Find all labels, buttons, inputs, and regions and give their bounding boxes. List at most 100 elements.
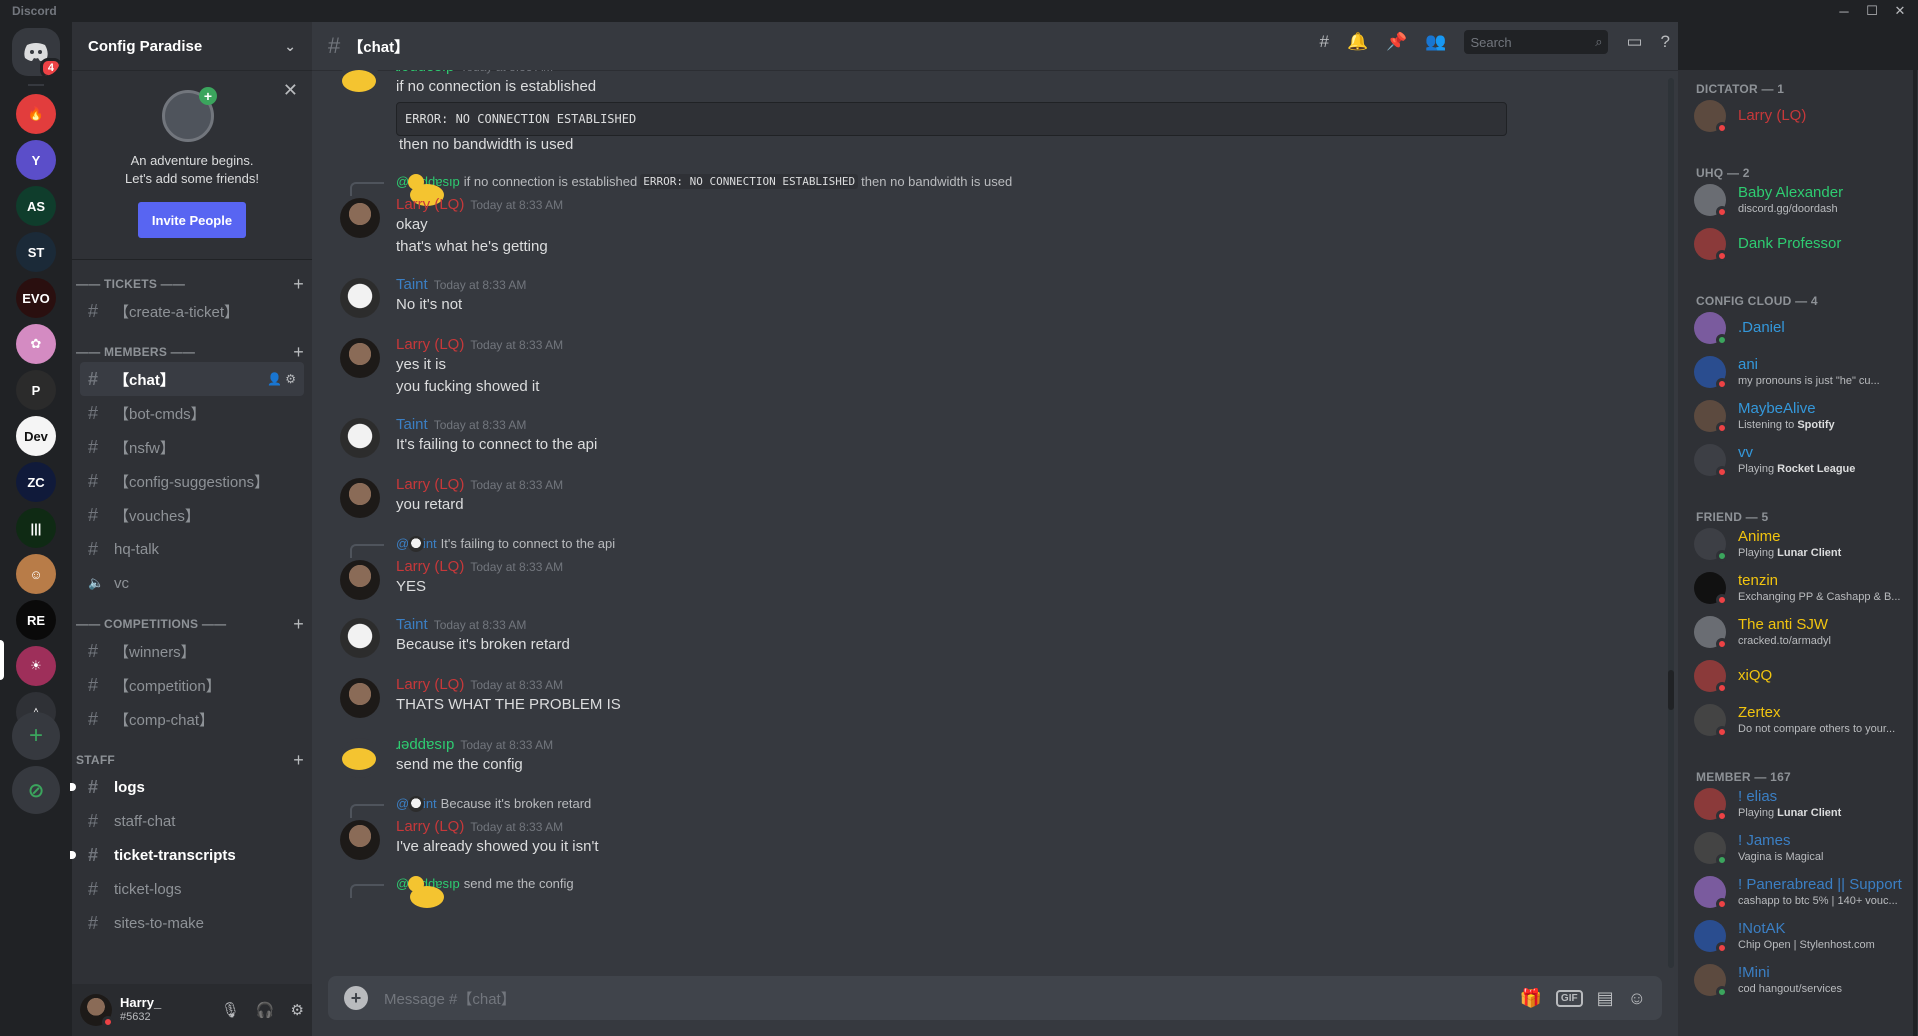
invite-people-button[interactable]: Invite People <box>138 202 246 238</box>
member-item[interactable]: vv Playing Rocket League <box>1694 440 1910 480</box>
inbox-icon[interactable]: ▭ <box>1626 32 1642 52</box>
server-header[interactable]: Config Paradise ⌄ <box>72 22 312 70</box>
server-icon[interactable]: P <box>16 370 56 410</box>
reply-preview[interactable]: @ɹəddɐsıp if no connection is established… <box>350 173 1012 206</box>
message-composer[interactable]: + Message #【chat】 🎁 GIF ▤ ☺ <box>328 976 1662 1020</box>
channel-category[interactable]: —— COMPETITIONS —— + <box>72 614 312 634</box>
server-icon[interactable]: Y <box>16 140 56 180</box>
author-name[interactable]: Larry (LQ) <box>396 196 464 213</box>
channel-item[interactable]: # 【comp-chat】 <box>80 702 304 736</box>
server-icon[interactable]: Dev <box>16 416 56 456</box>
minimize-icon[interactable]: ─ <box>1830 0 1858 22</box>
server-icon[interactable]: ✿ <box>16 324 56 364</box>
member-item[interactable]: .Daniel <box>1694 308 1910 348</box>
add-server-button[interactable]: + <box>12 712 60 760</box>
avatar[interactable] <box>340 678 380 718</box>
avatar[interactable] <box>340 338 380 378</box>
message-input[interactable]: Message #【chat】 <box>384 988 516 1009</box>
member-list-scrollbar[interactable] <box>1913 70 1917 1036</box>
channel-item[interactable]: # logs <box>70 770 304 804</box>
home-button[interactable]: 4 <box>12 28 60 76</box>
add-channel-icon[interactable]: + <box>293 614 304 635</box>
member-item[interactable]: The anti SJW cracked.to/armadyl <box>1694 612 1910 652</box>
avatar[interactable] <box>340 738 380 778</box>
gear-icon[interactable]: ⚙ <box>285 372 296 386</box>
author-name[interactable]: Larry (LQ) <box>396 818 464 835</box>
server-icon[interactable]: AS <box>16 186 56 226</box>
avatar[interactable] <box>340 478 380 518</box>
member-item[interactable]: xiQQ <box>1694 656 1910 696</box>
author-name[interactable]: Larry (LQ) <box>396 476 464 493</box>
member-item[interactable]: !Mini cod hangout/services <box>1694 960 1910 1000</box>
microphone-icon[interactable]: 🎙 <box>221 1001 240 1019</box>
channel-item[interactable]: # 【vouches】 <box>80 498 304 532</box>
member-item[interactable]: Baby Alexander discord.gg/doordash <box>1694 180 1910 220</box>
help-icon[interactable]: ? <box>1661 32 1670 52</box>
gif-icon[interactable]: GIF <box>1555 989 1583 1007</box>
server-icon[interactable]: RE <box>16 600 56 640</box>
server-icon[interactable]: ☺ <box>16 554 56 594</box>
member-item[interactable]: Larry (LQ) <box>1694 96 1910 136</box>
channel-item[interactable]: # sites-to-make <box>80 906 304 940</box>
reply-preview[interactable]: @TaintIt's failing to connect to the api <box>350 535 615 558</box>
author-name[interactable]: Larry (LQ) <box>396 558 464 575</box>
search-input[interactable]: Search ⌕ <box>1464 30 1609 54</box>
server-icon[interactable]: 🔥 <box>16 94 56 134</box>
author-name[interactable]: ɹəddɐsıp <box>396 70 454 75</box>
channel-item[interactable]: # 【winners】 <box>80 634 304 668</box>
headphones-icon[interactable]: 🎧 <box>256 1001 275 1019</box>
invite-icon[interactable]: 👤 <box>267 372 285 386</box>
member-item[interactable]: ! Panerabread || Support cashapp to btc 5… <box>1694 872 1910 912</box>
sticker-icon[interactable]: ▤ <box>1597 988 1614 1009</box>
server-icon[interactable]: ST <box>16 232 56 272</box>
member-item[interactable]: ! James Vagina is Magical <box>1694 828 1910 868</box>
channel-item[interactable]: # 【chat】 👤 ⚙ <box>80 362 304 396</box>
author-name[interactable]: Taint <box>396 616 428 633</box>
channel-item[interactable]: # 【nsfw】 <box>80 430 304 464</box>
explore-servers-button[interactable]: ⊘ <box>12 766 60 814</box>
channel-item[interactable]: # 【competition】 <box>80 668 304 702</box>
author-name[interactable]: Larry (LQ) <box>396 336 464 353</box>
avatar[interactable] <box>340 820 380 860</box>
add-channel-icon[interactable]: + <box>293 750 304 771</box>
server-icon[interactable]: ||| <box>16 508 56 548</box>
member-item[interactable]: ! elias Playing Lunar Client <box>1694 784 1910 824</box>
channel-category[interactable]: —— MEMBERS —— + <box>72 342 312 362</box>
avatar[interactable] <box>340 418 380 458</box>
emoji-icon[interactable]: ☺ <box>1628 988 1646 1009</box>
member-item[interactable]: Anime Playing Lunar Client <box>1694 524 1910 564</box>
threads-icon[interactable]: # <box>1319 32 1328 52</box>
channel-category[interactable]: —— TICKETS —— + <box>72 274 312 294</box>
avatar[interactable] <box>80 994 114 1028</box>
author-name[interactable]: Taint <box>396 416 428 433</box>
server-icon[interactable]: EVO <box>16 278 56 318</box>
channel-item[interactable]: # 【config-suggestions】 <box>80 464 304 498</box>
author-name[interactable]: Taint <box>396 276 428 293</box>
channel-item[interactable]: # ticket-logs <box>80 872 304 906</box>
add-channel-icon[interactable]: + <box>293 274 304 295</box>
member-item[interactable]: tenzin Exchanging PP & Cashapp & B... <box>1694 568 1910 608</box>
channel-item[interactable]: 🔈 vc <box>80 566 304 600</box>
reply-preview[interactable]: @ɹəddɐsıp send me the config <box>350 875 574 908</box>
avatar[interactable] <box>340 278 380 318</box>
channel-item[interactable]: # 【bot-cmds】 <box>80 396 304 430</box>
members-list-icon[interactable]: 👥 <box>1425 32 1446 52</box>
channel-item[interactable]: # hq-talk <box>80 532 304 566</box>
server-icon[interactable]: ZC <box>16 462 56 502</box>
member-item[interactable]: MaybeAlive Listening to Spotify <box>1694 396 1910 436</box>
channel-item[interactable]: # ticket-transcripts <box>70 838 304 872</box>
member-item[interactable]: !NotAK Chip Open | Stylenhost.com <box>1694 916 1910 956</box>
channel-category[interactable]: STAFF + <box>72 750 312 770</box>
attach-plus-icon[interactable]: + <box>344 986 368 1010</box>
member-item[interactable]: ani my pronouns is just "he" cu... <box>1694 352 1910 392</box>
scrollbar-thumb[interactable] <box>1668 670 1674 710</box>
close-icon[interactable]: ✕ <box>283 80 298 101</box>
gift-icon[interactable]: 🎁 <box>1520 988 1542 1009</box>
reply-preview[interactable]: @TaintBecause it's broken retard <box>350 795 591 818</box>
member-item[interactable]: Dank Professor <box>1694 224 1910 264</box>
bell-icon[interactable]: 🔔 <box>1347 32 1368 52</box>
close-window-icon[interactable]: ✕ <box>1886 0 1914 22</box>
pin-icon[interactable]: 📌 <box>1386 32 1407 52</box>
avatar[interactable] <box>340 198 380 238</box>
author-name[interactable]: ɹəddɐsıp <box>396 736 454 753</box>
